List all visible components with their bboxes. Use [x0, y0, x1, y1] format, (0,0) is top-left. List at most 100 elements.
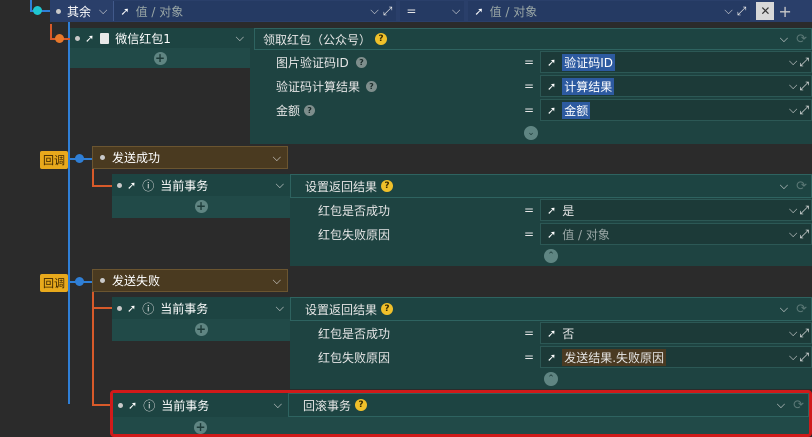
- right-operand-field[interactable]: ➚ 值 / 对象 ⌵ ⤢: [468, 1, 751, 21]
- chevron-down-icon[interactable]: ⌵: [452, 4, 460, 18]
- branch-line-cb2-h1: [92, 307, 112, 309]
- add-step-icon[interactable]: +: [194, 199, 208, 213]
- expand-icon[interactable]: ⤢: [383, 4, 393, 19]
- help-icon[interactable]: ?: [366, 80, 377, 92]
- collapse-icon[interactable]: ⌃: [544, 372, 558, 386]
- callback-tag[interactable]: 回调: [40, 274, 68, 292]
- drag-handle-dot[interactable]: [100, 278, 105, 283]
- chevron-down-icon[interactable]: ⌵: [99, 4, 107, 18]
- add-step-icon[interactable]: +: [194, 322, 208, 336]
- drag-handle-dot[interactable]: [56, 8, 61, 14]
- param-value-field[interactable]: ➚ 计算结果 ⌵ ⤢: [540, 75, 812, 97]
- left-operand-field[interactable]: ➚ 值 / 对象 ⌵ ⤢: [113, 1, 397, 21]
- param-value-field[interactable]: ➚ 值 / 对象 ⌵ ⤢: [540, 223, 812, 245]
- param-value-field[interactable]: ➚ 否 ⌵ ⤢: [540, 322, 812, 344]
- chevron-down-icon[interactable]: ⌵: [236, 31, 244, 45]
- chevron-down-icon[interactable]: ⌵: [276, 178, 284, 192]
- collapse-icon[interactable]: ⌃: [544, 249, 558, 263]
- operator-select[interactable]: = ⌵: [400, 1, 465, 21]
- chevron-down-icon[interactable]: ⌵: [789, 55, 797, 69]
- chevron-down-icon[interactable]: ⌵: [724, 4, 732, 18]
- txn-action-header[interactable]: 设置返回结果 ? ⌵ ⟳: [290, 174, 812, 198]
- wechat-object-panel: ➚ 微信红包1 ⌵ +: [70, 28, 250, 68]
- drag-handle-dot[interactable]: [117, 305, 122, 311]
- transaction-icon: ⓘ: [143, 398, 156, 413]
- help-icon[interactable]: ?: [355, 399, 368, 411]
- chevron-down-icon[interactable]: ⌵: [276, 301, 284, 315]
- callback-event-select[interactable]: 发送失败 ⌵: [92, 269, 288, 292]
- chevron-down-icon[interactable]: ⌵: [777, 398, 785, 412]
- chevron-down-icon[interactable]: ⌵: [789, 227, 797, 241]
- drag-handle-dot[interactable]: [100, 155, 105, 160]
- add-step-icon[interactable]: +: [194, 420, 207, 434]
- chevron-down-icon[interactable]: ⌵: [370, 4, 378, 18]
- node-dot-top[interactable]: [33, 6, 42, 15]
- rollback-row-highlight: ➚ ⓘ 当前事务 ⌵ 回滚事务 ? ⌵ ⟳ +: [110, 390, 812, 437]
- expand-icon[interactable]: ⤢: [799, 326, 809, 341]
- wechat-envelope-icon: [100, 32, 110, 44]
- callback-event-label: 发送失败: [112, 274, 161, 288]
- add-step-icon[interactable]: +: [153, 51, 167, 65]
- param-row: 验证码计算结果 ? = ➚ 计算结果 ⌵ ⤢: [266, 74, 812, 98]
- help-icon[interactable]: ?: [381, 180, 394, 192]
- chevron-down-icon[interactable]: ⌵: [789, 350, 797, 364]
- chevron-down-icon[interactable]: ⌵: [780, 179, 788, 193]
- transaction-icon: ⓘ: [142, 178, 155, 193]
- refresh-icon[interactable]: ⟳: [796, 32, 807, 47]
- param-value: 值 / 对象: [562, 227, 610, 242]
- txn-object-label: 当前事务: [160, 178, 209, 193]
- param-value-field[interactable]: ➚ 验证码ID ⌵ ⤢: [540, 51, 812, 73]
- help-icon[interactable]: ?: [304, 104, 316, 116]
- expand-icon[interactable]: ⤢: [737, 4, 747, 19]
- chevron-down-icon[interactable]: ⌵: [789, 326, 797, 340]
- cursor-icon: ➚: [547, 79, 557, 93]
- expand-icon[interactable]: ⤢: [799, 227, 809, 242]
- expand-icon[interactable]: ⤢: [799, 79, 809, 94]
- param-label: 图片验证码ID: [276, 55, 349, 70]
- rollback-action-label: 回滚事务: [303, 398, 352, 413]
- chevron-down-icon[interactable]: ⌵: [780, 32, 788, 46]
- txn-action-header[interactable]: 设置返回结果 ? ⌵ ⟳: [290, 297, 812, 321]
- node-dot-cb1[interactable]: [75, 154, 84, 163]
- chevron-down-icon[interactable]: ⌵: [274, 398, 282, 412]
- chevron-down-icon[interactable]: ⌵: [780, 302, 788, 316]
- rollback-action-header[interactable]: 回滚事务 ? ⌵ ⟳: [288, 393, 809, 417]
- refresh-icon[interactable]: ⟳: [793, 398, 804, 413]
- chevron-down-icon[interactable]: ⌵: [273, 274, 281, 288]
- callback-tag[interactable]: 回调: [40, 151, 68, 169]
- chevron-down-icon[interactable]: ⌵: [789, 203, 797, 217]
- refresh-icon[interactable]: ⟳: [796, 302, 807, 317]
- wechat-action-header[interactable]: 领取红包（公众号） ? ⌵ ⟳: [254, 28, 812, 50]
- help-icon[interactable]: ?: [381, 303, 394, 315]
- param-eq: =: [523, 227, 534, 241]
- help-icon[interactable]: ?: [356, 56, 367, 68]
- param-eq: =: [523, 55, 534, 69]
- node-dot-wechat[interactable]: [55, 34, 64, 43]
- delete-icon[interactable]: ✕: [756, 2, 775, 20]
- expand-icon[interactable]: ⤢: [799, 103, 809, 118]
- chevron-down-icon[interactable]: ⌵: [273, 151, 281, 165]
- expand-icon[interactable]: ⤢: [799, 203, 809, 218]
- drag-handle-dot[interactable]: [118, 402, 123, 408]
- collapse-icon[interactable]: ⌄: [524, 126, 538, 140]
- param-value-field[interactable]: ➚ 是 ⌵ ⤢: [540, 199, 812, 221]
- add-icon[interactable]: +: [778, 2, 791, 21]
- help-icon[interactable]: ?: [375, 33, 388, 45]
- tree-line-top: [30, 0, 32, 10]
- expand-icon[interactable]: ⤢: [799, 55, 809, 70]
- chevron-down-icon[interactable]: ⌵: [789, 103, 797, 117]
- node-dot-cb2[interactable]: [75, 277, 84, 286]
- param-value-field[interactable]: ➚ 金额 ⌵ ⤢: [540, 99, 812, 121]
- callback-event-select[interactable]: 发送成功 ⌵: [92, 146, 288, 169]
- cursor-icon: ➚: [547, 227, 557, 241]
- cursor-icon: ➚: [547, 103, 557, 117]
- drag-handle-dot[interactable]: [117, 182, 122, 188]
- expand-icon[interactable]: ⤢: [799, 350, 809, 365]
- param-value-field[interactable]: ➚ 发送结果.失败原因 ⌵ ⤢: [540, 346, 812, 368]
- condition-row: 其余 ⌵ ➚ 值 / 对象 ⌵ ⤢ = ⌵ ➚ 值 / 对象 ⌵ ⤢ ✕ +: [50, 0, 812, 22]
- drag-handle-dot[interactable]: [75, 35, 80, 41]
- chevron-down-icon[interactable]: ⌵: [789, 79, 797, 93]
- callback-event-label: 发送成功: [112, 151, 161, 165]
- refresh-icon[interactable]: ⟳: [796, 179, 807, 194]
- rollback-object-select[interactable]: ➚ ⓘ 当前事务 ⌵: [113, 393, 288, 417]
